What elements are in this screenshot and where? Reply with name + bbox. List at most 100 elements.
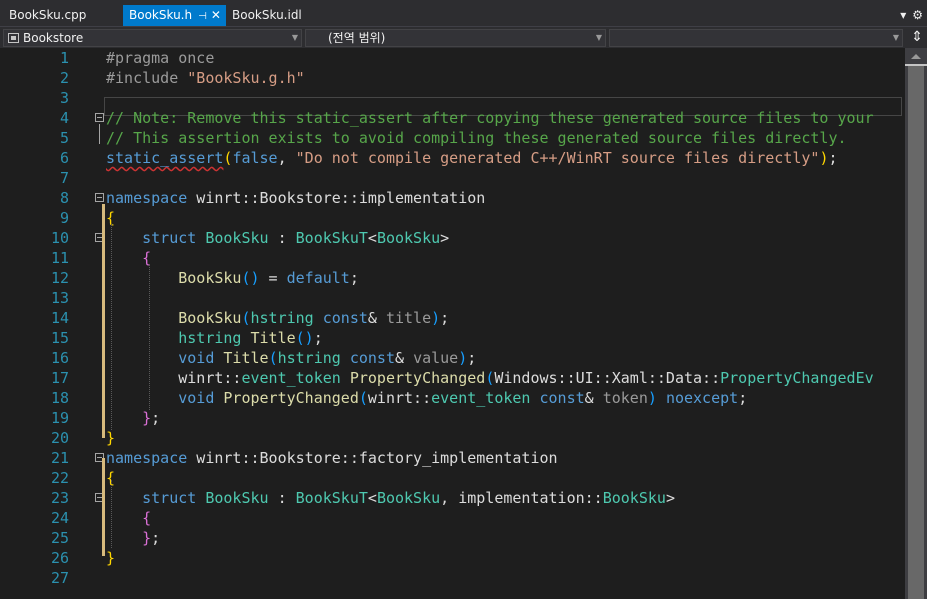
code-token: // This assertion exists to avoid compil… [106, 129, 847, 147]
code-line[interactable]: 16 void Title(hstring const& value); [0, 348, 905, 368]
code-line[interactable]: 21 namespace winrt::Bookstore::factory_im… [0, 448, 905, 468]
code-token: , implementation:: [440, 489, 603, 507]
tab-booksku-idl[interactable]: BookSku.idl [226, 5, 308, 26]
code-line[interactable]: 10 struct BookSku : BookSkuT<BookSku> [0, 228, 905, 248]
code-token: () [241, 269, 260, 287]
scrollbar-thumb[interactable] [908, 66, 924, 599]
code-token: PropertyChangedEv [720, 369, 874, 387]
collapse-icon[interactable] [95, 113, 104, 122]
line-number: 13 [50, 289, 69, 307]
line-number: 27 [50, 569, 69, 587]
code-line[interactable]: 15 hstring Title(); [0, 328, 905, 348]
code-token: event_token [241, 369, 341, 387]
code-line[interactable]: 24 { [0, 508, 905, 528]
code-text: #include "BookSku.g.h" [106, 68, 305, 88]
member-dropdown[interactable]: ▼ [609, 29, 903, 47]
project-icon [8, 33, 19, 43]
code-text: void PropertyChanged(winrt::event_token … [106, 388, 747, 408]
code-line[interactable]: 13 [0, 288, 905, 308]
split-window-icon[interactable]: ⇕ [911, 29, 923, 45]
code-token: const [322, 309, 368, 327]
code-text: struct BookSku : BookSkuT<BookSku, imple… [106, 488, 675, 508]
tab-booksku-cpp[interactable]: BookSku.cpp [3, 5, 92, 26]
code-text: // Note: Remove this static_assert after… [106, 108, 874, 128]
code-line[interactable]: 7 [0, 168, 905, 188]
code-token: > [665, 489, 675, 507]
close-icon[interactable]: ✕ [211, 8, 221, 22]
code-line[interactable]: 23 struct BookSku : BookSkuT<BookSku, im… [0, 488, 905, 508]
code-token: token [602, 389, 648, 407]
line-number: 12 [50, 269, 69, 287]
code-token: namespace [106, 449, 188, 467]
code-text: static_assert(false, "Do not compile gen… [106, 148, 838, 168]
scroll-up-icon[interactable] [911, 54, 921, 59]
code-token: winrt::Bookstore::factory_implementation [187, 449, 558, 467]
code-token: BookSku [178, 309, 242, 327]
code-token: & [584, 389, 603, 407]
code-token: const [349, 349, 395, 367]
code-token: BookSku [205, 489, 269, 507]
code-line[interactable]: 18 void PropertyChanged(winrt::event_tok… [0, 388, 905, 408]
code-line[interactable]: 1 #pragma once [0, 48, 905, 68]
code-line[interactable]: 4 // Note: Remove this static_assert afte… [0, 108, 905, 128]
code-line[interactable]: 11 { [0, 248, 905, 268]
code-token: // Note: Remove this static_assert after… [106, 109, 874, 127]
code-token: #pragma once [106, 49, 215, 67]
code-line[interactable]: 9{ [0, 208, 905, 228]
code-line[interactable]: 22{ [0, 468, 905, 488]
code-token: } [106, 549, 116, 567]
code-token: ( [241, 309, 251, 327]
scope-dropdown[interactable]: (전역 범위) ▼ [305, 29, 606, 47]
code-token: } [142, 529, 152, 547]
line-number: 15 [50, 329, 69, 347]
code-line[interactable]: 26} [0, 548, 905, 568]
code-line[interactable]: 20} [0, 428, 905, 448]
code-line[interactable]: 2 #include "BookSku.g.h" [0, 68, 905, 88]
gear-icon[interactable]: ⚙ [912, 8, 923, 22]
chevron-down-icon[interactable]: ▾ [900, 8, 906, 22]
brace-match-bar [102, 458, 105, 556]
code-line[interactable]: 14 BookSku(hstring const& title); [0, 308, 905, 328]
code-text: winrt::event_token PropertyChanged(Windo… [106, 368, 874, 388]
code-text: } [106, 548, 115, 568]
tab-booksku-h[interactable]: BookSku.h ⊣ ✕ [123, 5, 226, 26]
code-line[interactable]: 27 [0, 568, 905, 588]
code-editor[interactable]: 1 #pragma once 2 #include "BookSku.g.h" 3 4 //… [0, 48, 905, 599]
code-text: namespace winrt::Bookstore::implementati… [106, 188, 485, 208]
code-line[interactable]: 25 }; [0, 528, 905, 548]
code-token: BookSku [376, 229, 441, 247]
code-token: BookSkuT [295, 489, 368, 507]
code-line[interactable]: 12 BookSku() = default; [0, 268, 905, 288]
code-token: hstring [277, 349, 341, 367]
line-number: 26 [50, 549, 69, 567]
code-token: , [277, 149, 296, 167]
code-line[interactable]: 6 static_assert(false, "Do not compile ge… [0, 148, 905, 168]
line-number: 5 [59, 129, 69, 147]
code-line[interactable]: 8 namespace winrt::Bookstore::implementat… [0, 188, 905, 208]
line-number: 25 [50, 529, 69, 547]
pin-icon[interactable]: ⊣ [198, 11, 207, 22]
code-token: = [259, 269, 287, 287]
code-token: title [385, 309, 432, 327]
code-line[interactable]: 3 [0, 88, 905, 108]
code-text: struct BookSku : BookSkuT<BookSku> [106, 228, 449, 248]
collapse-icon[interactable] [95, 193, 104, 202]
line-number: 1 [59, 49, 69, 67]
code-token: winrt:: [367, 389, 432, 407]
project-dropdown[interactable]: Bookstore ▼ [3, 29, 302, 47]
code-line[interactable]: 19 }; [0, 408, 905, 428]
vertical-scrollbar[interactable] [905, 48, 927, 599]
code-token: namespace [106, 189, 188, 207]
code-line[interactable]: 5 // This assertion exists to avoid compi… [0, 128, 905, 148]
line-number: 23 [50, 489, 69, 507]
code-line[interactable]: 17 winrt::event_token PropertyChanged(Wi… [0, 368, 905, 388]
navigation-bar: Bookstore ▼ (전역 범위) ▼ ▼ ⇕ [0, 26, 927, 48]
code-token: ( [268, 349, 278, 367]
line-number: 14 [50, 309, 69, 327]
code-token: hstring [178, 329, 242, 347]
